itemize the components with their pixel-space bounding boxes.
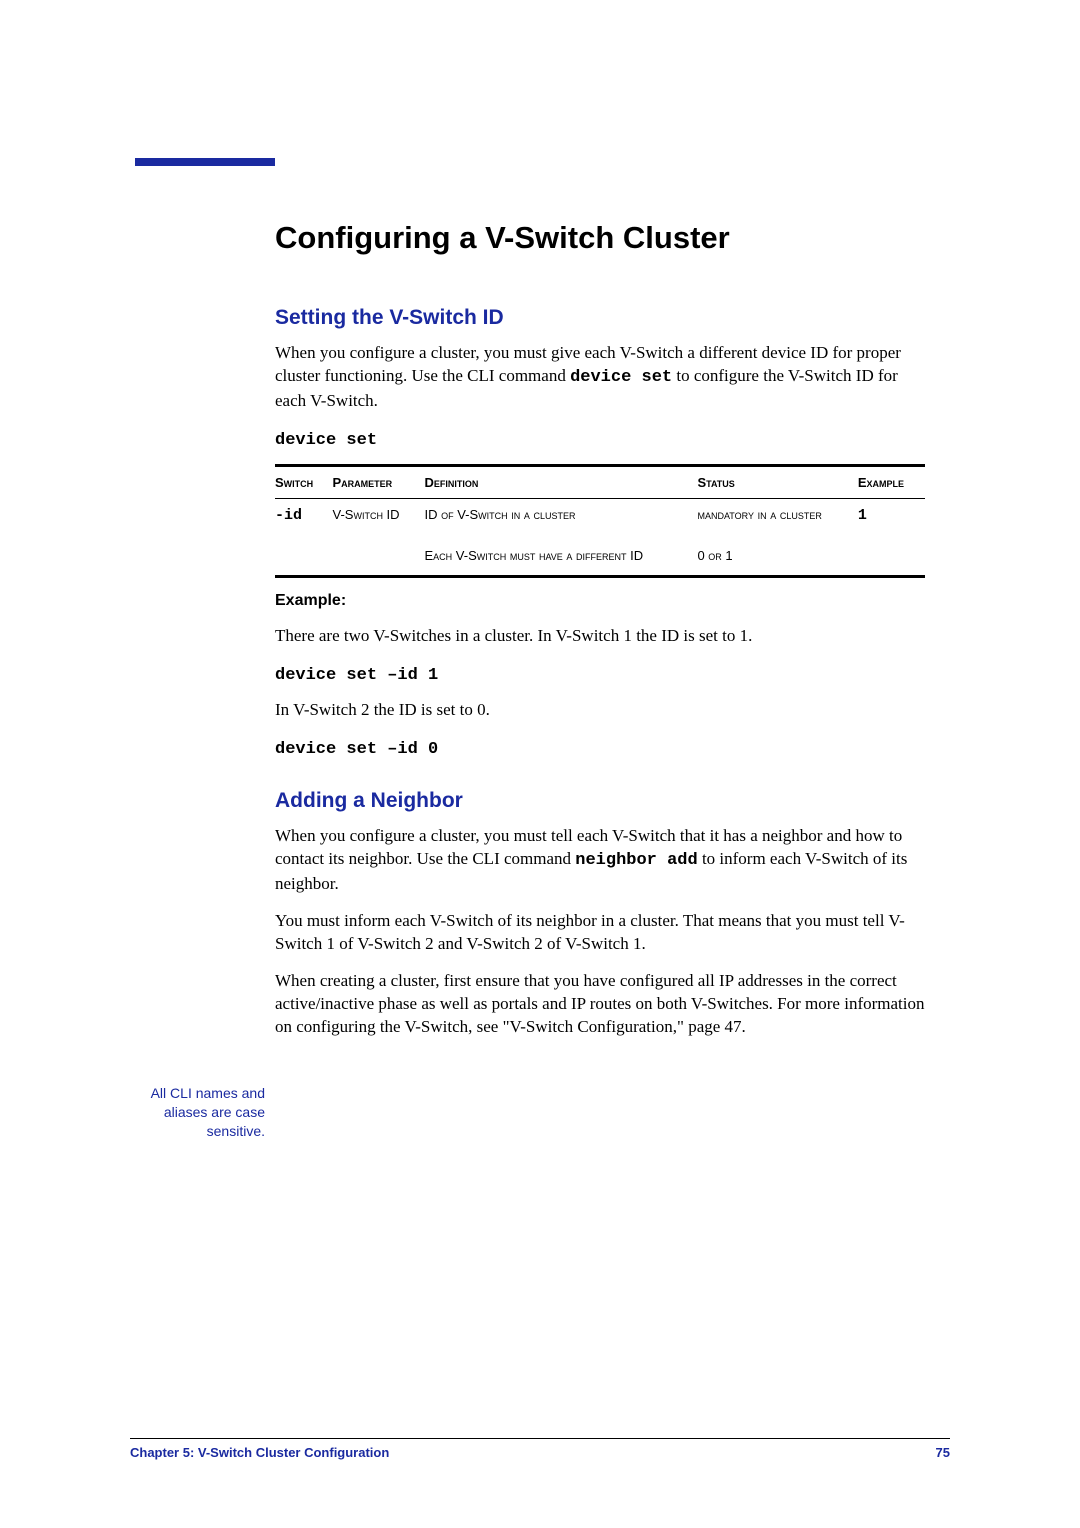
col-parameter: Parameter: [333, 475, 393, 490]
adding-neighbor-paragraph-2: You must inform each V-Switch of its nei…: [275, 910, 925, 956]
col-example: Example: [858, 475, 904, 490]
cell-status-2: 0 or 1: [697, 540, 857, 577]
command-block-device-set: device set: [275, 431, 925, 450]
section-heading-adding-neighbor: Adding a Neighbor: [275, 789, 925, 813]
section-heading-vswitch-id: Setting the V-Switch ID: [275, 306, 925, 330]
cell-parameter: V-Switch ID: [333, 498, 425, 540]
content-area: Configuring a V-Switch Cluster Setting t…: [275, 220, 925, 1039]
page-footer: Chapter 5: V-Switch Cluster Configuratio…: [130, 1438, 950, 1460]
inline-command-device-set: device set: [570, 368, 672, 387]
footer-page-number: 75: [936, 1445, 950, 1460]
example-label: Example:: [275, 590, 925, 612]
table-row: Each V-Switch must have a different ID 0…: [275, 540, 925, 577]
page: Configuring a V-Switch Cluster Setting t…: [0, 0, 1080, 1528]
cell-definition-2: Each V-Switch must have a different ID: [425, 540, 698, 577]
cell-status-1: mandatory in a cluster: [697, 498, 857, 540]
footer-chapter: Chapter 5: V-Switch Cluster Configuratio…: [130, 1445, 389, 1460]
table-header-row: Switch Parameter Definition Status Examp…: [275, 465, 925, 498]
page-title: Configuring a V-Switch Cluster: [275, 220, 925, 256]
footer-rule: [130, 1438, 950, 1439]
accent-bar: [135, 158, 275, 166]
example-command-1: device set –id 1: [275, 666, 925, 685]
inline-command-neighbor-add: neighbor add: [575, 851, 697, 870]
cell-switch: -id: [275, 498, 333, 540]
adding-neighbor-paragraph-3: When creating a cluster, first ensure th…: [275, 970, 925, 1039]
col-switch: Switch: [275, 475, 313, 490]
adding-neighbor-paragraph-1: When you configure a cluster, you must t…: [275, 825, 925, 896]
example-text-1: There are two V-Switches in a cluster. I…: [275, 625, 925, 648]
example-text-2: In V-Switch 2 the ID is set to 0.: [275, 699, 925, 722]
margin-note-cli-case: All CLI names and aliases are case sensi…: [145, 1084, 265, 1141]
col-definition: Definition: [425, 475, 479, 490]
col-status: Status: [697, 475, 734, 490]
cell-definition-1: ID of V-Switch in a cluster: [425, 498, 698, 540]
table-row: -id V-Switch ID ID of V-Switch in a clus…: [275, 498, 925, 540]
parameters-table: Switch Parameter Definition Status Examp…: [275, 464, 925, 578]
setting-id-paragraph: When you configure a cluster, you must g…: [275, 342, 925, 413]
cell-example: 1: [858, 498, 925, 540]
example-command-2: device set –id 0: [275, 740, 925, 759]
